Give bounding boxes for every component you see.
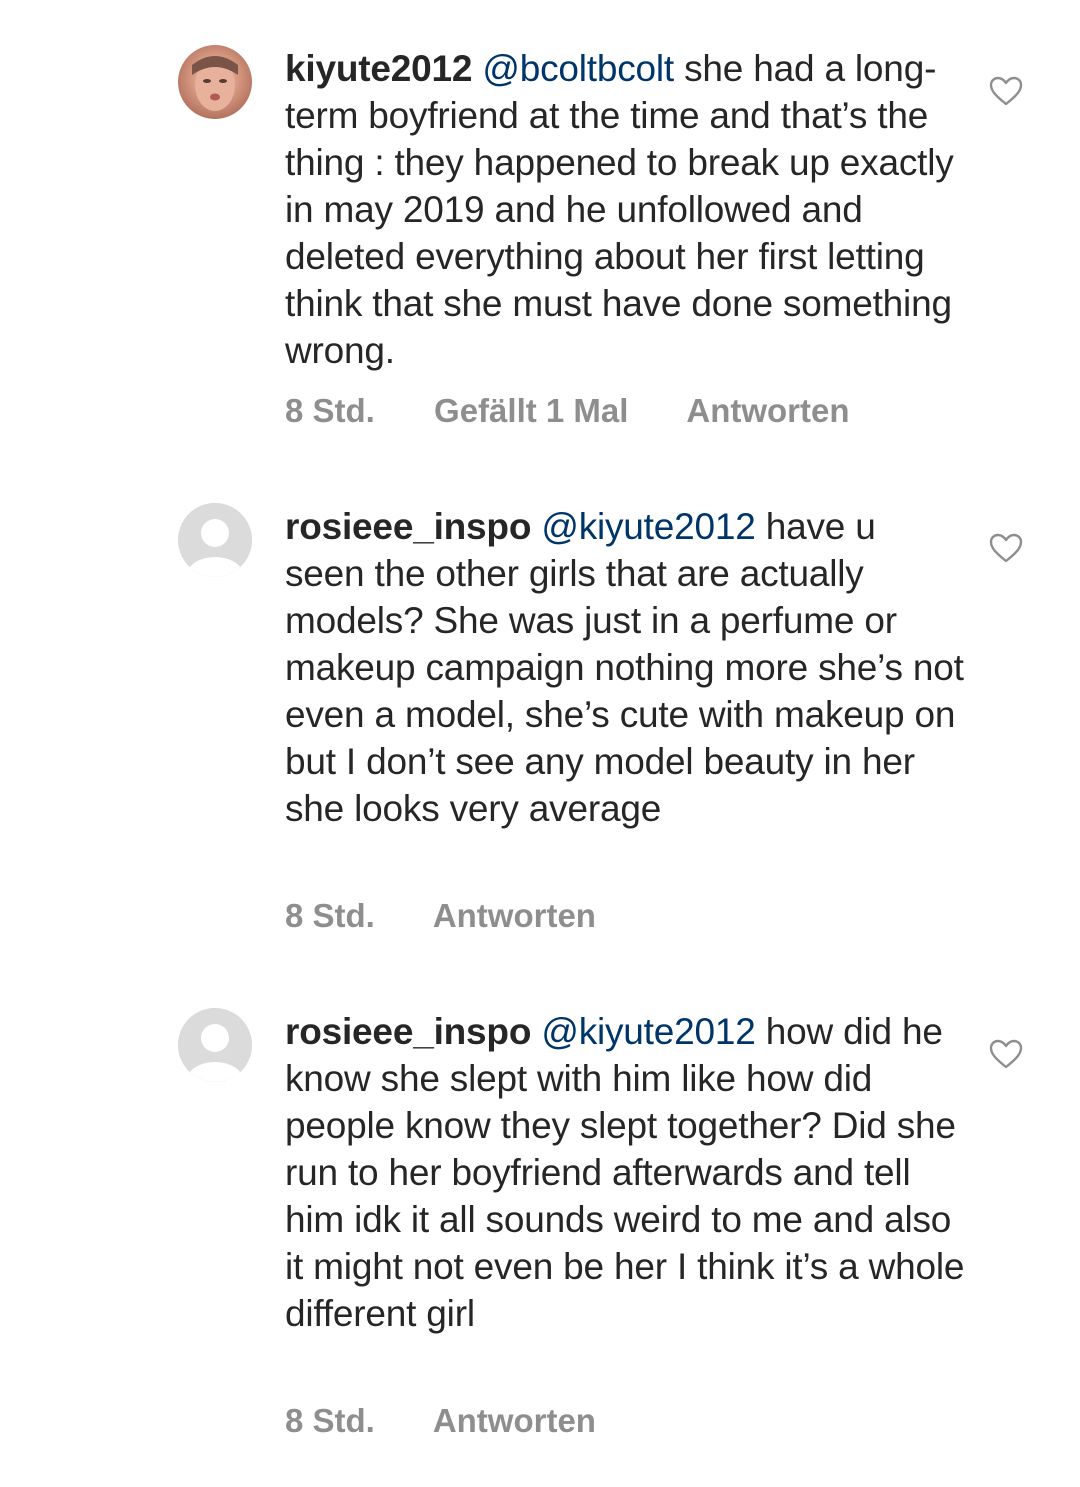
timestamp: 8 Std. [285,392,375,429]
heart-outline-icon[interactable] [988,532,1024,564]
username[interactable]: rosieee_inspo [285,506,531,547]
reply-button[interactable]: Antworten [686,392,849,429]
avatar[interactable] [178,503,252,577]
mention-link[interactable]: @kiyute2012 [541,1011,756,1052]
mention-link[interactable]: @kiyute2012 [541,506,756,547]
comment-meta: 8 Std. Antworten [285,1402,646,1440]
comment-body: she had a long-term boyfriend at the tim… [285,48,954,371]
avatar[interactable] [178,1008,252,1082]
like-count[interactable]: Gefällt 1 Mal [434,392,628,429]
comment-text: kiyute2012 @bcoltbcolt she had a long-te… [285,45,965,374]
reply-button[interactable]: Antworten [433,1402,596,1439]
mention-link[interactable]: @bcoltbcolt [482,48,674,89]
reply-button[interactable]: Antworten [433,897,596,934]
comment-meta: 8 Std. Antworten [285,897,646,935]
comment-body: how did he know she slept with him like … [285,1011,965,1334]
username[interactable]: rosieee_inspo [285,1011,531,1052]
comment-text: rosieee_inspo @kiyute2012 how did he kno… [285,1008,965,1337]
heart-outline-icon[interactable] [988,1038,1024,1070]
profile-photo-icon [192,56,238,111]
comment-body: have u seen the other girls that are act… [285,506,964,829]
heart-outline-icon[interactable] [988,75,1024,107]
timestamp: 8 Std. [285,897,375,934]
avatar[interactable] [178,45,252,119]
username[interactable]: kiyute2012 [285,48,472,89]
default-avatar-icon [178,1008,252,1082]
comment-meta: 8 Std. Gefällt 1 Mal Antworten [285,392,900,430]
comment-text: rosieee_inspo @kiyute2012 have u seen th… [285,503,965,832]
default-avatar-icon [178,503,252,577]
timestamp: 8 Std. [285,1402,375,1439]
